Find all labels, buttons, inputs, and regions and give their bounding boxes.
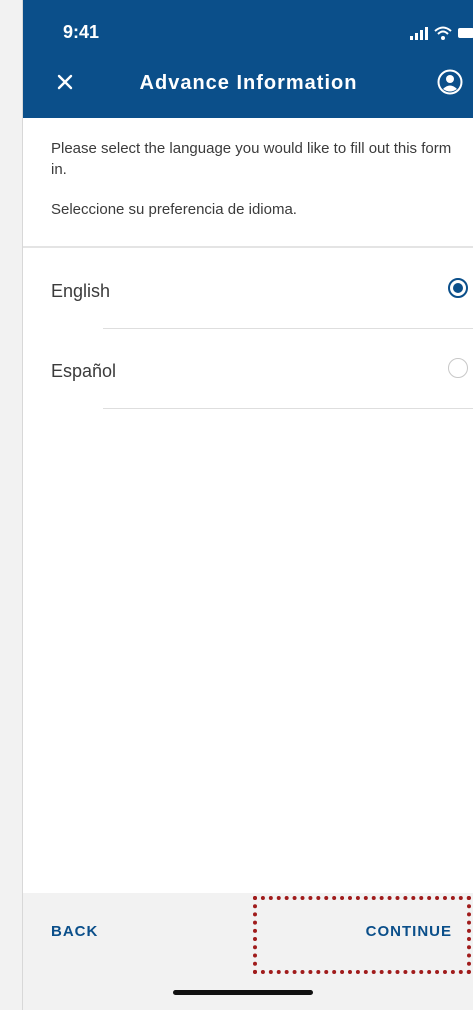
status-time: 9:41 — [63, 22, 100, 42]
option-label: Español — [51, 361, 117, 381]
radio-unchecked-icon[interactable] — [448, 358, 468, 378]
battery-icon — [458, 26, 473, 40]
user-circle-icon — [437, 69, 463, 100]
home-indicator — [173, 990, 313, 995]
profile-button[interactable] — [430, 64, 470, 104]
option-label: English — [51, 281, 111, 301]
intro-text: Please select the language you would lik… — [51, 138, 461, 220]
intro-english: Please select the language you would lik… — [51, 140, 452, 178]
page-title: Advance Information — [139, 72, 358, 94]
status-icons — [410, 24, 473, 42]
section-divider — [23, 246, 473, 248]
back-button[interactable]: BACK — [51, 923, 98, 940]
phone-screen: 9:41 Advance Information Please select t… — [22, 0, 473, 1010]
language-option-english[interactable]: English — [23, 249, 473, 329]
continue-button[interactable]: CONTINUE — [366, 923, 452, 940]
intro-spanish: Seleccione su preferencia de idioma. — [51, 201, 297, 218]
language-option-espanol[interactable]: Español — [23, 329, 473, 409]
radio-checked-icon[interactable] — [448, 278, 468, 298]
app-header: 9:41 Advance Information — [23, 0, 473, 118]
signal-icon — [410, 26, 428, 40]
option-divider — [103, 408, 473, 409]
wifi-icon — [434, 26, 452, 40]
